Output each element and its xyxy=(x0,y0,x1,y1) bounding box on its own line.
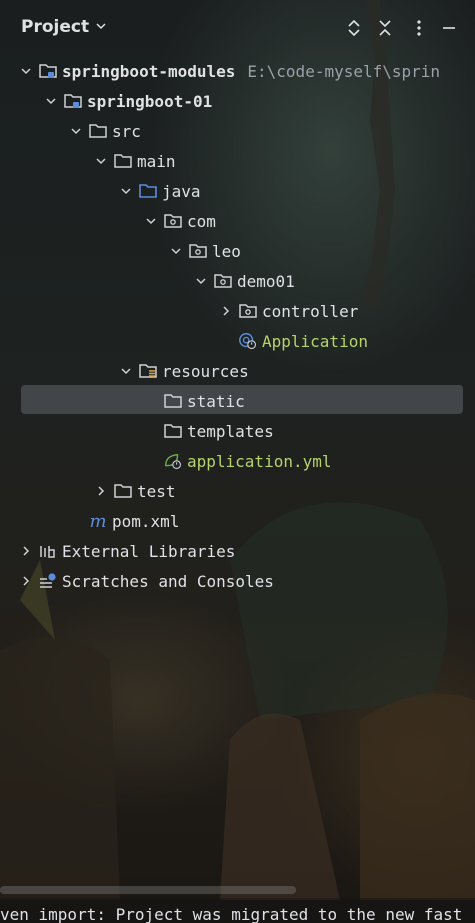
package-icon xyxy=(213,271,233,291)
folder-icon xyxy=(113,151,133,171)
chevron-right-icon[interactable] xyxy=(18,543,34,559)
project-tool-window-header: Project xyxy=(0,0,475,58)
package-icon xyxy=(188,241,208,261)
tree-item-pom-xml[interactable]: m pom.xml xyxy=(88,507,475,535)
tree-label: springboot-modules xyxy=(62,61,236,81)
chevron-down-icon[interactable] xyxy=(118,363,134,379)
tree-path: E:\code-myself\sprin xyxy=(247,61,441,81)
tree-label: main xyxy=(137,151,176,171)
module-folder-icon xyxy=(38,61,58,81)
tree-item-controller[interactable]: controller xyxy=(218,297,475,325)
chevron-down-icon[interactable] xyxy=(18,63,34,79)
spring-boot-class-icon xyxy=(238,331,258,351)
chevron-down-icon[interactable] xyxy=(43,93,59,109)
tree-label: templates xyxy=(187,421,274,441)
tree-item-test[interactable]: test xyxy=(93,477,475,505)
tree-item-com[interactable]: com xyxy=(143,207,475,235)
tree-item-leo[interactable]: leo xyxy=(168,237,475,265)
package-icon xyxy=(163,211,183,231)
chevron-down-icon[interactable] xyxy=(68,123,84,139)
collapse-all-icon[interactable] xyxy=(376,19,394,37)
tree-label: controller xyxy=(262,301,359,321)
maven-icon: m xyxy=(89,510,107,532)
minimize-icon[interactable] xyxy=(440,19,458,37)
tree-label: application.yml xyxy=(187,451,332,471)
library-icon xyxy=(38,541,58,561)
spring-config-icon xyxy=(163,451,183,471)
folder-icon xyxy=(163,421,183,441)
tree-item-demo01[interactable]: demo01 xyxy=(193,267,475,295)
tree-item-main[interactable]: main xyxy=(93,147,475,175)
scratches-icon xyxy=(38,571,58,591)
chevron-right-icon[interactable] xyxy=(93,483,109,499)
tree-label: static xyxy=(187,391,245,411)
tree-label: springboot-01 xyxy=(87,91,213,111)
tree-item-springboot-modules[interactable]: springboot-modules E:\code-myself\sprin xyxy=(18,57,475,85)
chevron-down-icon[interactable] xyxy=(168,243,184,259)
tree-label: Application xyxy=(262,331,368,351)
tree-item-resources[interactable]: resources xyxy=(118,357,475,385)
project-view-selector[interactable]: Project xyxy=(21,17,107,37)
tree-item-springboot-01[interactable]: springboot-01 xyxy=(43,87,475,115)
tree-item-java[interactable]: java xyxy=(118,177,475,205)
tree-label: leo xyxy=(212,241,241,261)
expand-collapse-icon[interactable] xyxy=(345,19,363,37)
tree-label: demo01 xyxy=(237,271,295,291)
resources-folder-icon xyxy=(138,361,158,381)
package-icon xyxy=(238,301,258,321)
chevron-down-icon[interactable] xyxy=(118,183,134,199)
status-text: ven import: Project was migrated to the … xyxy=(0,905,463,923)
tree-label: Scratches and Consoles xyxy=(62,571,274,591)
tree-item-src[interactable]: src xyxy=(68,117,475,145)
tree-item-scratches-and-consoles[interactable]: Scratches and Consoles xyxy=(18,567,475,595)
folder-icon xyxy=(113,481,133,501)
tree-label: com xyxy=(187,211,216,231)
chevron-down-icon[interactable] xyxy=(193,273,209,289)
project-title: Project xyxy=(21,17,90,37)
source-folder-icon xyxy=(138,181,158,201)
tree-item-templates[interactable]: templates xyxy=(163,417,475,445)
tree-label: External Libraries xyxy=(62,541,236,561)
tree-item-application-yml[interactable]: application.yml xyxy=(163,447,475,475)
tree-label: pom.xml xyxy=(112,511,180,531)
chevron-right-icon[interactable] xyxy=(18,573,34,589)
folder-icon xyxy=(88,121,108,141)
horizontal-scrollbar[interactable] xyxy=(0,886,296,894)
folder-icon xyxy=(163,391,183,411)
tree-label: resources xyxy=(162,361,249,381)
chevron-down-icon[interactable] xyxy=(93,153,109,169)
more-vertical-icon[interactable] xyxy=(410,19,428,37)
chevron-down-icon[interactable] xyxy=(143,213,159,229)
chevron-right-icon[interactable] xyxy=(218,303,234,319)
tree-item-static[interactable]: static xyxy=(163,387,475,415)
module-folder-icon xyxy=(63,91,83,111)
tree-label: test xyxy=(137,481,176,501)
tree-item-application-class[interactable]: Application xyxy=(238,327,475,355)
chevron-down-icon xyxy=(95,17,107,37)
tree-item-external-libraries[interactable]: External Libraries xyxy=(18,537,475,565)
tree-label: java xyxy=(162,181,201,201)
tree-label: src xyxy=(112,121,141,141)
status-bar-message: ven import: Project was migrated to the … xyxy=(0,898,475,923)
